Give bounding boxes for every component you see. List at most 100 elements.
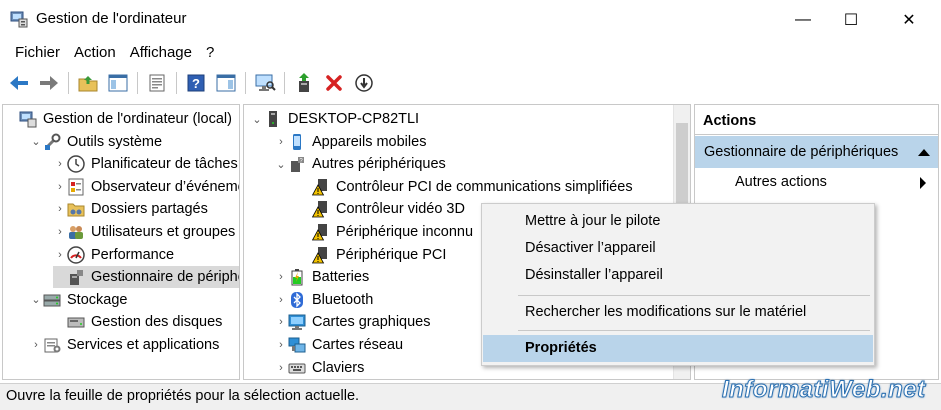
disk-icon <box>67 313 85 331</box>
tree-node-bluetooth[interactable]: › Bluetooth <box>274 289 373 311</box>
tree-node-label: Cartes réseau <box>312 337 404 353</box>
tree-node-label: Gestionnaire de périphériques <box>91 269 239 286</box>
maximize-button[interactable]: ☐ <box>828 0 874 40</box>
collapsed-arrow-icon[interactable]: › <box>53 203 67 215</box>
menu-affichage[interactable]: Affichage <box>123 40 199 66</box>
tree-node-appareils-mobiles[interactable]: › Appareils mobiles <box>274 131 426 153</box>
expanded-arrow-icon[interactable]: ⌄ <box>274 158 288 171</box>
collapsed-arrow-icon[interactable]: › <box>274 316 288 328</box>
help-icon[interactable]: ? <box>184 71 208 95</box>
tree-node-label: Bluetooth <box>312 291 374 308</box>
services-icon <box>43 336 61 354</box>
collapsed-arrow-icon[interactable]: › <box>53 249 67 261</box>
device-manager-icon <box>67 268 85 286</box>
tree-node-label: Dossiers partagés <box>91 201 208 218</box>
users-icon <box>67 223 85 241</box>
ctx-separator <box>518 330 870 331</box>
properties-icon[interactable] <box>145 71 169 95</box>
collapsed-arrow-icon[interactable]: › <box>53 226 67 238</box>
minimize-button[interactable]: — <box>780 0 826 40</box>
tree-node-label: Planificateur de tâches <box>91 156 238 173</box>
show-hide-tree-icon[interactable] <box>106 71 130 95</box>
tree-node-outils-système[interactable]: ⌄ Outils système <box>29 131 162 153</box>
tree-node-services-et-applications[interactable]: › Services et applications <box>29 334 219 356</box>
tree-node-planificateur-de-tâches[interactable]: › Planificateur de tâches <box>53 153 238 175</box>
tree-node-claviers[interactable]: › Claviers <box>274 357 364 379</box>
ctx-scan-hardware[interactable]: Rechercher les modifications sur le maté… <box>483 299 873 326</box>
uninstall-icon[interactable] <box>322 71 346 95</box>
tree-node-contrôleur-vidéo-3d[interactable]: Contrôleur vidéo 3D <box>298 198 465 220</box>
update-driver-icon[interactable] <box>292 71 316 95</box>
tree-node-autres-périphériques[interactable]: ⌄? Autres périphériques <box>274 153 446 175</box>
collapsed-arrow-icon[interactable]: › <box>53 158 67 170</box>
phone-icon <box>288 133 306 151</box>
tree-node-label: Contrôleur PCI de communications simplif… <box>336 178 633 195</box>
tree-node-gestionnaire-de-périphériques[interactable]: Gestionnaire de périphériques <box>53 266 239 289</box>
tree-node-label: Autres périphériques <box>312 156 446 173</box>
tree-node-label: Services et applications <box>67 337 220 353</box>
up-folder-icon[interactable] <box>76 71 100 95</box>
collapsed-arrow-icon[interactable]: › <box>53 181 67 193</box>
tree-node-périphérique-pci[interactable]: Périphérique PCI <box>298 244 446 266</box>
tree-node-dossiers-partagés[interactable]: › Dossiers partagés <box>53 198 208 220</box>
tree-node-gestion-de-l-ordinateur-local[interactable]: Gestion de l'ordinateur (local) <box>5 108 232 130</box>
warning-device-icon <box>312 246 330 264</box>
tree-node-observateur-d-événements[interactable]: › Observateur d’événements <box>53 176 239 198</box>
tree-node-label: Outils système <box>67 133 163 150</box>
tree-node-desktop-cp82tli[interactable]: ⌄ DESKTOP-CP82TLI <box>250 108 419 130</box>
close-button[interactable]: ✕ <box>886 0 932 40</box>
tree-node-label: Contrôleur vidéo 3D <box>336 201 465 218</box>
tree-node-cartes-réseau[interactable]: › Cartes réseau <box>274 334 403 356</box>
expanded-arrow-icon[interactable]: ⌄ <box>250 113 264 126</box>
tree-node-gestion-des-disques[interactable]: Gestion des disques <box>53 311 222 333</box>
tree-node-contrôleur-pci-de-communications-simplifiées[interactable]: Contrôleur PCI de communications simplif… <box>298 176 633 198</box>
collapsed-arrow-icon[interactable]: › <box>29 339 43 351</box>
toolbar-separator <box>245 72 246 94</box>
more-actions-item[interactable]: Autres actions <box>735 171 930 193</box>
tree-node-stockage[interactable]: ⌄ Stockage <box>29 289 127 311</box>
scan-hardware-icon[interactable] <box>253 71 277 95</box>
actions-section-label: Gestionnaire de périphériques <box>704 144 899 160</box>
expanded-arrow-icon[interactable]: ⌄ <box>29 135 43 148</box>
performance-icon <box>67 245 85 264</box>
action-pane-icon[interactable] <box>214 71 238 95</box>
back-icon[interactable] <box>7 71 31 95</box>
warning-device-icon <box>312 223 330 241</box>
actions-header: Actions <box>695 105 938 135</box>
submenu-arrow-icon <box>920 177 926 189</box>
disable-icon[interactable] <box>352 71 376 95</box>
ctx-properties[interactable]: Propriétés <box>483 335 873 362</box>
tree-node-utilisateurs-et-groupes-locaux[interactable]: › Utilisateurs et groupes locaux <box>53 221 239 243</box>
toolbar-separator <box>176 72 177 94</box>
collapse-up-icon[interactable] <box>918 149 930 156</box>
status-text: Ouvre la feuille de propriétés pour la s… <box>6 388 360 404</box>
actions-section-device-manager[interactable]: Gestionnaire de périphériques <box>695 136 938 168</box>
shared-folders-icon <box>67 200 85 218</box>
tree-node-label: Observateur d’événements <box>91 178 239 195</box>
ctx-update-driver[interactable]: Mettre à jour le pilote <box>483 208 873 235</box>
expanded-arrow-icon[interactable]: ⌄ <box>29 293 43 306</box>
forward-icon[interactable] <box>37 71 61 95</box>
ctx-uninstall-device[interactable]: Désinstaller l’appareil <box>483 262 873 289</box>
tree-node-label: Périphérique inconnu <box>336 224 474 240</box>
warning-device-icon <box>312 200 330 218</box>
menu-help[interactable]: ? <box>199 40 221 66</box>
scrollbar-thumb[interactable] <box>676 123 688 203</box>
menu-fichier[interactable]: Fichier <box>8 40 67 66</box>
collapsed-arrow-icon[interactable]: › <box>274 271 288 283</box>
ctx-disable-device[interactable]: Désactiver l’appareil <box>483 235 873 262</box>
tree-node-batteries[interactable]: › Batteries <box>274 266 369 288</box>
tree-node-performance[interactable]: › Performance <box>53 244 174 266</box>
bluetooth-icon <box>288 291 306 309</box>
tree-node-label: Utilisateurs et groupes locaux <box>91 224 239 240</box>
menu-action[interactable]: Action <box>67 40 123 66</box>
collapsed-arrow-icon[interactable]: › <box>274 136 288 148</box>
collapsed-arrow-icon[interactable]: › <box>274 362 288 374</box>
watermark-logo: InformatiWeb.net <box>722 376 926 404</box>
collapsed-arrow-icon[interactable]: › <box>274 339 288 351</box>
tree-node-label: Stockage <box>67 291 128 308</box>
tree-node-périphérique-inconnu[interactable]: Périphérique inconnu <box>298 221 473 243</box>
collapsed-arrow-icon[interactable]: › <box>274 294 288 306</box>
toolbar-separator <box>68 72 69 94</box>
tree-node-cartes-graphiques[interactable]: › Cartes graphiques <box>274 311 431 333</box>
